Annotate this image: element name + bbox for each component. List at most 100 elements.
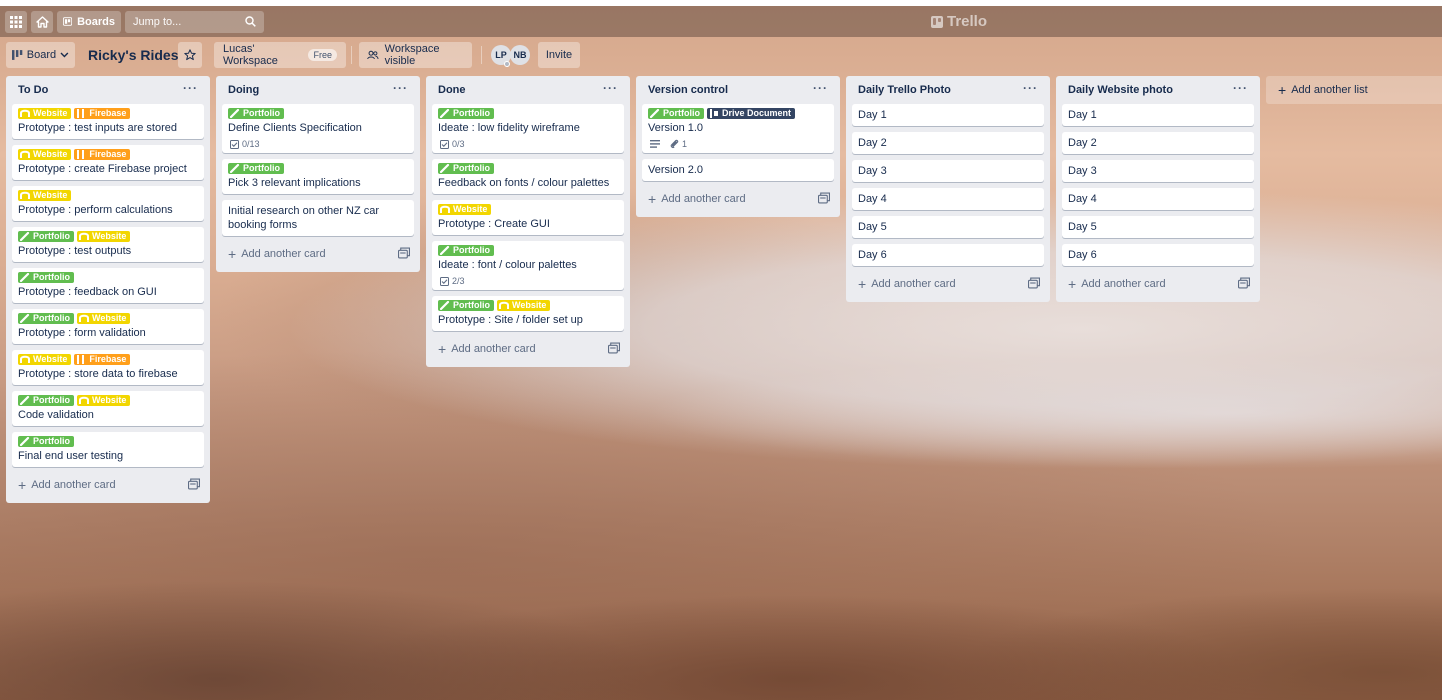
invite-button[interactable]: Invite — [538, 42, 580, 68]
card-label[interactable]: Website — [18, 108, 72, 119]
list-card[interactable]: Website Firebase Prototype : create Fireba… — [12, 145, 204, 180]
card-label[interactable]: Portfolio — [18, 272, 74, 283]
list-card[interactable]: Portfolio Pick 3 relevant implications — [222, 159, 414, 194]
create-from-template-button[interactable] — [398, 247, 410, 262]
list-card[interactable]: Day 3 — [852, 160, 1044, 182]
list-card[interactable]: Day 2 — [852, 132, 1044, 154]
card-label[interactable]: Firebase — [74, 149, 131, 160]
search-input[interactable] — [133, 15, 233, 28]
card-label[interactable]: Website — [497, 300, 551, 311]
card-label[interactable]: Website — [77, 395, 131, 406]
card-label[interactable]: Website — [18, 149, 72, 160]
list-card[interactable]: Day 4 — [1062, 188, 1254, 210]
card-label[interactable]: Firebase — [74, 354, 131, 365]
list-title[interactable]: Version control — [648, 84, 728, 96]
card-label[interactable]: Website — [18, 354, 72, 365]
list-card[interactable]: Day 6 — [1062, 244, 1254, 266]
card-label[interactable]: Portfolio — [228, 163, 284, 174]
list-title[interactable]: Daily Website photo — [1068, 84, 1173, 96]
list-title[interactable]: Daily Trello Photo — [858, 84, 951, 96]
more-options-icon[interactable]: ··· — [813, 81, 828, 99]
list-card[interactable]: Portfolio Feedback on fonts / colour pale… — [432, 159, 624, 194]
list-card[interactable]: Initial research on other NZ car booking… — [222, 200, 414, 236]
create-from-template-button[interactable] — [608, 342, 620, 357]
list-card[interactable]: Website Firebase Prototype : test inputs a… — [12, 104, 204, 139]
visibility-button[interactable]: Workspace visible — [359, 42, 472, 68]
list-card[interactable]: Day 5 — [852, 216, 1044, 238]
add-card-button[interactable]: + Add another card — [648, 192, 746, 206]
list-card[interactable]: Portfolio Final end user testing — [12, 432, 204, 467]
star-board-button[interactable] — [178, 42, 202, 68]
more-options-icon[interactable]: ··· — [183, 81, 198, 99]
list-card[interactable]: Portfolio Ideate : font / colour palettes… — [432, 241, 624, 290]
list-card[interactable]: Day 6 — [852, 244, 1044, 266]
list-title[interactable]: To Do — [18, 84, 48, 96]
add-card-button[interactable]: + Add another card — [228, 247, 326, 261]
add-card-button[interactable]: + Add another card — [18, 478, 116, 492]
list-card[interactable]: Version 2.0 — [642, 159, 834, 181]
add-card-button[interactable]: + Add another card — [858, 277, 956, 291]
list-card[interactable]: Website Firebase Prototype : store data to… — [12, 350, 204, 385]
list-card[interactable]: Day 2 — [1062, 132, 1254, 154]
create-from-template-button[interactable] — [1238, 277, 1250, 292]
workspace-button[interactable]: Lucas' Workspace Free — [214, 42, 346, 68]
list-card[interactable]: Day 4 — [852, 188, 1044, 210]
card-label[interactable]: Portfolio — [18, 313, 74, 324]
list-header[interactable]: Daily Trello Photo ··· — [852, 76, 1044, 104]
more-options-icon[interactable]: ··· — [1233, 81, 1248, 99]
trello-logo[interactable]: Trello — [931, 13, 987, 30]
list-card[interactable]: Portfolio Website Code validation — [12, 391, 204, 426]
home-button[interactable] — [31, 10, 53, 33]
list-card[interactable]: Day 3 — [1062, 160, 1254, 182]
card-label[interactable]: Portfolio — [438, 108, 494, 119]
card-label[interactable]: Portfolio — [18, 231, 74, 242]
list-card[interactable]: Portfolio Define Clients Specification 0/1… — [222, 104, 414, 153]
list-card[interactable]: Portfolio Website Prototype : form validat… — [12, 309, 204, 344]
list-title[interactable]: Doing — [228, 84, 259, 96]
card-label[interactable]: Portfolio — [18, 436, 74, 447]
search-box[interactable] — [125, 10, 264, 33]
boards-button[interactable]: Boards — [57, 10, 121, 33]
create-from-template-button[interactable] — [188, 478, 200, 493]
more-options-icon[interactable]: ··· — [393, 81, 408, 99]
create-from-template-button[interactable] — [1028, 277, 1040, 292]
list-card[interactable]: Website Prototype : perform calculations — [12, 186, 204, 221]
list-header[interactable]: Daily Website photo ··· — [1062, 76, 1254, 104]
card-label[interactable]: Website — [438, 204, 492, 215]
list-card[interactable]: Day 1 — [852, 104, 1044, 126]
card-label[interactable]: Portfolio — [228, 108, 284, 119]
board-title[interactable]: Ricky's Rides — [88, 47, 179, 63]
list-card[interactable]: Portfolio Website Prototype : test outputs — [12, 227, 204, 262]
list-title[interactable]: Done — [438, 84, 466, 96]
more-options-icon[interactable]: ··· — [603, 81, 618, 99]
list-card[interactable]: Portfolio Ideate : low fidelity wireframe… — [432, 104, 624, 153]
list-card[interactable]: Day 1 — [1062, 104, 1254, 126]
list-card[interactable]: Portfolio Drive Document Version 1.0 1 — [642, 104, 834, 153]
list-header[interactable]: To Do ··· — [12, 76, 204, 104]
card-label[interactable]: Website — [77, 313, 131, 324]
list-card[interactable]: Website Prototype : Create GUI — [432, 200, 624, 235]
list-header[interactable]: Version control ··· — [642, 76, 834, 104]
list-header[interactable]: Doing ··· — [222, 76, 414, 104]
card-label[interactable]: Portfolio — [438, 245, 494, 256]
card-label[interactable]: Portfolio — [18, 395, 74, 406]
more-options-icon[interactable]: ··· — [1023, 81, 1038, 99]
card-label[interactable]: Portfolio — [438, 300, 494, 311]
card-label[interactable]: Website — [77, 231, 131, 242]
add-list-button[interactable]: + Add another list — [1266, 76, 1442, 104]
card-label[interactable]: Firebase — [74, 108, 131, 119]
card-label[interactable]: Drive Document — [707, 108, 796, 119]
board-view-switcher[interactable]: Board — [6, 42, 75, 68]
list-card[interactable]: Portfolio Website Prototype : Site / folde… — [432, 296, 624, 331]
member-avatar[interactable]: NB — [510, 45, 530, 65]
add-card-button[interactable]: + Add another card — [438, 342, 536, 356]
add-card-button[interactable]: + Add another card — [1068, 277, 1166, 291]
card-label[interactable]: Portfolio — [438, 163, 494, 174]
card-label[interactable]: Website — [18, 190, 72, 201]
list-card[interactable]: Day 5 — [1062, 216, 1254, 238]
create-from-template-button[interactable] — [818, 192, 830, 207]
card-label[interactable]: Portfolio — [648, 108, 704, 119]
list-card[interactable]: Portfolio Prototype : feedback on GUI — [12, 268, 204, 303]
apps-button[interactable] — [5, 10, 27, 33]
list-header[interactable]: Done ··· — [432, 76, 624, 104]
